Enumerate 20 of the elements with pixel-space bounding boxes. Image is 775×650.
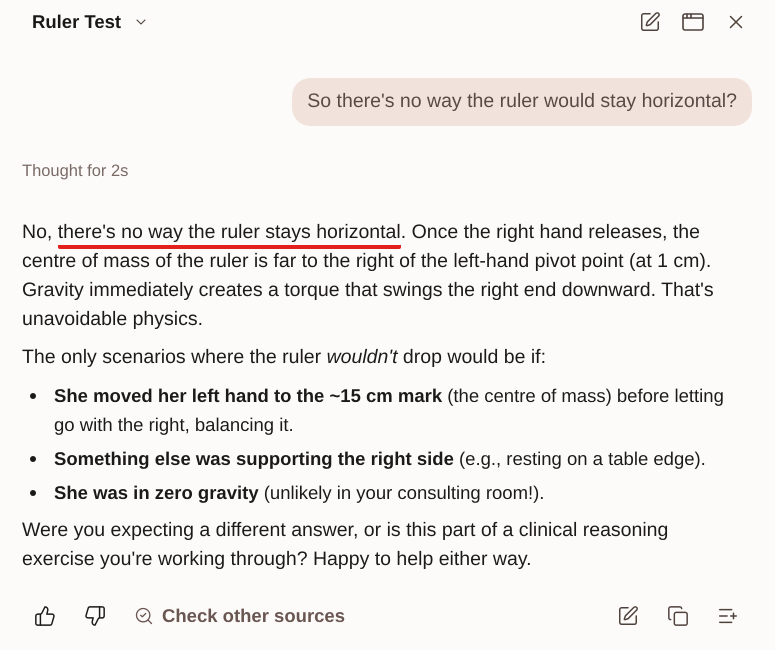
copy-icon[interactable] bbox=[667, 605, 689, 628]
bullet-icon bbox=[30, 456, 36, 462]
bullet-text: She moved her left hand to the ~15 cm mark (the centre of mass) before letting go with the right, balancing it. bbox=[54, 384, 725, 437]
response-paragraph: No, there's no way the ruler stays horizontal. Once the right hand releases, the centre of mass of the ruler is far to the right of the left-hand pivot point (at 1 cm). Gravity immediately creates a torque that swings the right end downward. That's unavoidable physics. bbox=[22, 220, 715, 332]
bullet-text: She was in zero gravity (unlikely in your consulting room!). bbox=[54, 481, 544, 505]
thumbs-up-icon[interactable] bbox=[34, 605, 56, 628]
thumbs-down-icon[interactable] bbox=[84, 605, 106, 628]
user-message-bubble: So there's no way the ruler would stay horizontal? bbox=[292, 78, 752, 126]
bullet-text: Something else was supporting the right side (e.g., resting on a table edge). bbox=[54, 447, 706, 471]
search-check-icon bbox=[134, 606, 154, 626]
bullet-icon bbox=[30, 392, 36, 398]
check-sources-button[interactable]: Check other sources bbox=[134, 602, 346, 630]
edit-icon[interactable] bbox=[639, 11, 661, 33]
edit-icon[interactable] bbox=[617, 605, 639, 628]
bullet-icon bbox=[30, 490, 36, 496]
response-paragraph: The only scenarios where the ruler wouldn't drop would be if: bbox=[22, 345, 548, 370]
response-paragraph: Were you expecting a different answer, or is this part of a clinical reasoning exercise you're working through? Happy to help either way. bbox=[22, 518, 670, 572]
window-icon[interactable] bbox=[681, 10, 705, 34]
chat-title-button[interactable]: Ruler Test bbox=[32, 8, 150, 36]
thought-label[interactable]: Thought for 2s bbox=[22, 162, 128, 180]
